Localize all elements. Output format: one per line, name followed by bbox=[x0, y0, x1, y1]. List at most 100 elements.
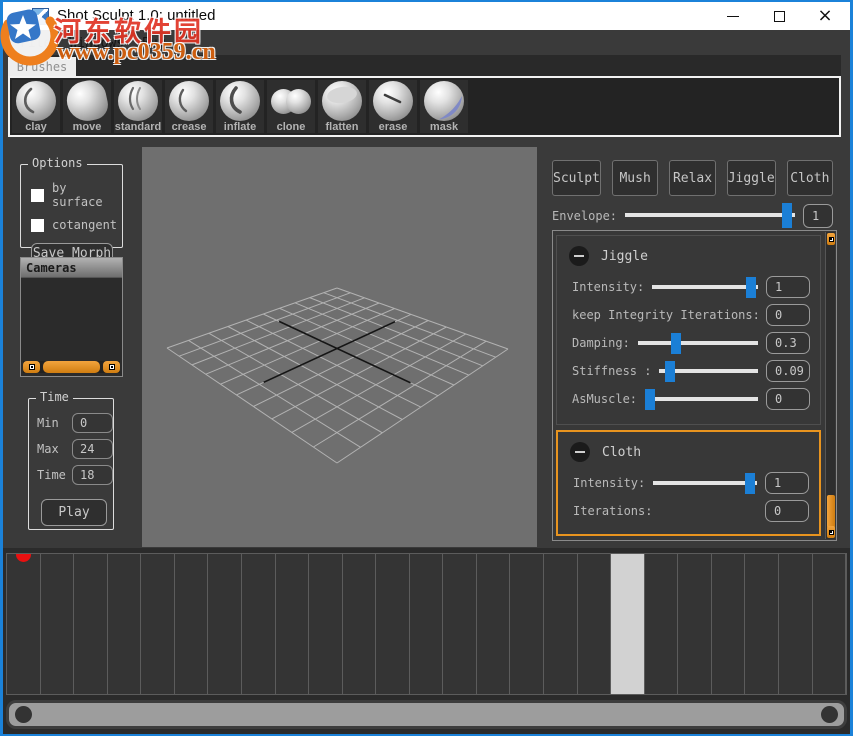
tab-brushes[interactable]: Brushes bbox=[8, 57, 76, 76]
timeline-cell-14[interactable] bbox=[477, 554, 511, 694]
brush-erase[interactable]: erase bbox=[369, 80, 417, 133]
title-bar[interactable]: Shot Sculpt 1.0: untitled × bbox=[3, 2, 850, 30]
brush-clay[interactable]: clay bbox=[12, 80, 60, 133]
cotangent-checkbox[interactable] bbox=[31, 219, 44, 232]
timeline-cell-8[interactable] bbox=[276, 554, 310, 694]
timeline-cell-17[interactable] bbox=[578, 554, 612, 694]
brush-standard[interactable]: standard bbox=[114, 80, 162, 133]
time-time-row: Time 18 bbox=[37, 465, 113, 485]
timeline-cell-18[interactable] bbox=[611, 554, 645, 694]
intensity-slider[interactable] bbox=[652, 277, 758, 298]
timeline-cell-22[interactable] bbox=[745, 554, 779, 694]
mode-sculpt-button[interactable]: Sculpt bbox=[552, 160, 601, 196]
mode-mush-button[interactable]: Mush bbox=[612, 160, 658, 196]
envelope-slider[interactable] bbox=[625, 203, 795, 228]
mode-relax-button[interactable]: Relax bbox=[669, 160, 715, 196]
timeline-range-bar[interactable] bbox=[6, 700, 847, 729]
max-field[interactable]: 24 bbox=[72, 439, 113, 459]
maximize-button[interactable] bbox=[756, 2, 802, 30]
timeline-cell-21[interactable] bbox=[712, 554, 746, 694]
timeline-cell-23[interactable] bbox=[779, 554, 813, 694]
scroll-up-button[interactable] bbox=[827, 233, 835, 245]
menu-file[interactable]: File bbox=[11, 36, 60, 51]
cameras-scrollbar[interactable] bbox=[23, 361, 120, 373]
keep-integrity-value[interactable]: 0 bbox=[766, 304, 810, 326]
window-controls: × bbox=[710, 2, 848, 30]
timeline-cell-3[interactable] bbox=[108, 554, 142, 694]
scroll-down-button[interactable] bbox=[827, 526, 835, 538]
range-end-handle[interactable] bbox=[821, 706, 838, 723]
timeline-cell-9[interactable] bbox=[309, 554, 343, 694]
brush-crease[interactable]: crease bbox=[165, 80, 213, 133]
slider-handle[interactable] bbox=[645, 389, 655, 410]
timeline-cell-0[interactable] bbox=[7, 554, 41, 694]
time-group: Time Min 0 Max 24 Time 18 Play bbox=[28, 398, 114, 530]
damping-slider[interactable] bbox=[638, 333, 758, 354]
time-field[interactable]: 18 bbox=[72, 465, 113, 485]
timeline-cell-6[interactable] bbox=[208, 554, 242, 694]
sculpt-mode-buttons: Sculpt Mush Relax Jiggle Cloth bbox=[552, 160, 833, 196]
menu-buy[interactable]: Buy bbox=[133, 36, 174, 51]
pane-scrollbar[interactable] bbox=[825, 232, 835, 539]
brush-mask[interactable]: mask bbox=[420, 80, 468, 133]
timeline-cell-5[interactable] bbox=[175, 554, 209, 694]
slider-handle[interactable] bbox=[745, 473, 755, 494]
cameras-scroll-left-button[interactable] bbox=[23, 361, 40, 373]
timeline-cell-7[interactable] bbox=[242, 554, 276, 694]
menu-windows[interactable]: Windows bbox=[60, 36, 133, 51]
brush-flatten[interactable]: flatten bbox=[318, 80, 366, 133]
range-start-handle[interactable] bbox=[15, 706, 32, 723]
collapse-icon[interactable] bbox=[569, 246, 589, 266]
cameras-scroll-thumb[interactable] bbox=[43, 361, 100, 373]
close-icon: × bbox=[817, 7, 832, 25]
envelope-value[interactable]: 1 bbox=[803, 204, 833, 228]
menu-bar: File Windows Buy bbox=[3, 30, 850, 56]
min-field[interactable]: 0 bbox=[72, 413, 113, 433]
asmuscle-value[interactable]: 0 bbox=[766, 388, 810, 410]
timeline-cell-1[interactable] bbox=[41, 554, 75, 694]
slider-handle[interactable] bbox=[782, 203, 792, 228]
play-button[interactable]: Play bbox=[41, 499, 107, 526]
tab-strip: Brushes bbox=[8, 55, 841, 76]
stiffness-value[interactable]: 0.09 bbox=[766, 360, 810, 382]
cloth-iterations-value[interactable]: 0 bbox=[765, 500, 809, 522]
brush-inflate[interactable]: inflate bbox=[216, 80, 264, 133]
cloth-intensity-value[interactable]: 1 bbox=[765, 472, 809, 494]
scroll-thumb[interactable] bbox=[827, 495, 835, 528]
slider-handle[interactable] bbox=[746, 277, 756, 298]
stiffness-slider[interactable] bbox=[659, 361, 758, 382]
cameras-header[interactable]: Cameras bbox=[21, 258, 122, 278]
intensity-value[interactable]: 1 bbox=[766, 276, 810, 298]
scroll-button-dot bbox=[829, 530, 834, 535]
by-surface-checkbox[interactable] bbox=[31, 189, 44, 202]
timeline-cell-16[interactable] bbox=[544, 554, 578, 694]
cameras-scroll-right-button[interactable] bbox=[103, 361, 120, 373]
cloth-intensity-slider[interactable] bbox=[653, 473, 757, 494]
timeline-cell-13[interactable] bbox=[443, 554, 477, 694]
collapse-icon[interactable] bbox=[570, 442, 590, 462]
timeline-cell-10[interactable] bbox=[343, 554, 377, 694]
intensity-label: Intensity: bbox=[573, 476, 645, 490]
close-button[interactable]: × bbox=[802, 2, 848, 30]
asmuscle-slider[interactable] bbox=[645, 389, 758, 410]
slider-handle[interactable] bbox=[671, 333, 681, 354]
slider-handle[interactable] bbox=[665, 361, 675, 382]
damping-value[interactable]: 0.3 bbox=[766, 332, 810, 354]
viewport-3d[interactable] bbox=[142, 147, 537, 547]
mask-brush-icon bbox=[424, 81, 464, 121]
timeline-cell-15[interactable] bbox=[510, 554, 544, 694]
timeline-cell-19[interactable] bbox=[645, 554, 679, 694]
timeline-cell-12[interactable] bbox=[410, 554, 444, 694]
minimize-button[interactable] bbox=[710, 2, 756, 30]
mode-cloth-button[interactable]: Cloth bbox=[787, 160, 833, 196]
timeline-cell-24[interactable] bbox=[813, 554, 847, 694]
timeline-cell-2[interactable] bbox=[74, 554, 108, 694]
brush-move[interactable]: move bbox=[63, 80, 111, 133]
mode-jiggle-button[interactable]: Jiggle bbox=[727, 160, 776, 196]
timeline-cell-11[interactable] bbox=[376, 554, 410, 694]
brush-clone[interactable]: clone bbox=[267, 80, 315, 133]
standard-brush-mark bbox=[118, 81, 158, 121]
frame-timeline[interactable] bbox=[6, 553, 847, 695]
timeline-cell-4[interactable] bbox=[141, 554, 175, 694]
timeline-cell-20[interactable] bbox=[678, 554, 712, 694]
